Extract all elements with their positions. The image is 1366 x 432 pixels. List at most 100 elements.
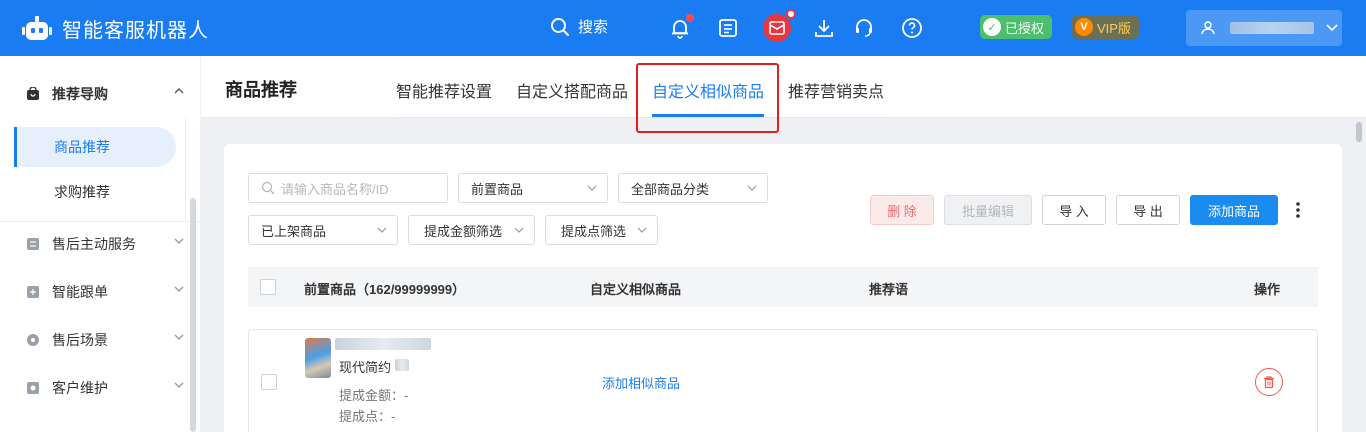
notification-dot [686,14,694,22]
search-button[interactable]: 搜索 [550,16,608,37]
batch-edit-button[interactable]: 批量编辑 [944,195,1032,225]
shield-check-icon: ✓ [983,18,1001,36]
help-icon[interactable] [898,14,926,42]
sidebar: 推荐导购 商品推荐 求购推荐 售后主动服务 智能跟单 售后场景 客户维护 [0,56,200,432]
sidebar-item-label: 商品推荐 [54,139,110,155]
sidebar-group-label: 推荐导购 [52,86,108,102]
chevron-down-icon [174,238,184,244]
search-input[interactable]: 请输入商品名称/ID [248,173,448,203]
user-menu[interactable] [1186,10,1342,46]
column-product: 前置商品（162/99999999） [304,282,466,297]
username-redacted [1230,22,1314,34]
list-icon [26,237,40,251]
gift-icon[interactable] [762,9,796,43]
commission-point-filter-label: 提成点筛选 [561,223,627,239]
page-scrollbar[interactable] [1356,122,1362,142]
table-row: 现代简约 提成金额：- 提成点：- 添加相似商品 [248,329,1318,432]
product-select-value: 前置商品 [471,181,524,197]
authorized-label: 已授权 [1005,20,1045,36]
chevron-down-icon [587,185,597,191]
sidebar-group-label: 售后场景 [52,332,108,348]
delete-row-button[interactable] [1255,368,1283,396]
chevron-down-icon [637,227,647,233]
headset-icon[interactable] [850,14,878,42]
status-select-value: 已上架商品 [261,223,327,239]
export-button[interactable]: 导 出 [1116,195,1180,225]
chevron-down-icon [1326,24,1338,32]
bell-icon[interactable] [666,14,694,42]
sidebar-item-label: 求购推荐 [54,184,110,200]
sidebar-group-after-sales-scenes[interactable]: 售后场景 [0,316,200,364]
import-button[interactable]: 导 入 [1042,195,1106,225]
download-icon[interactable] [810,14,838,42]
category-select[interactable]: 全部商品分类 [618,173,768,203]
product-name: 现代简约 [339,360,392,375]
vip-icon: V [1075,18,1093,36]
table-header: 前置商品（162/99999999） 自定义相似商品 推荐语 操作 [248,267,1318,307]
active-indicator [14,127,17,167]
sidebar-item-product-recommend[interactable]: 商品推荐 [14,127,176,167]
sidebar-group-customer-care[interactable]: 客户维护 [0,364,200,412]
tracking-icon [26,285,40,299]
delete-button[interactable]: 删 除 [870,195,934,225]
commission-amount-filter-label: 提成金额筛选 [424,223,503,239]
page-header: 商品推荐 智能推荐设置 自定义搭配商品 自定义相似商品 推荐营销卖点 [201,56,1366,118]
bag-icon [26,87,40,101]
column-slogan: 推荐语 [869,282,909,297]
column-operations: 操作 [1254,282,1281,297]
sidebar-item-purchase-recommend[interactable]: 求购推荐 [14,172,176,212]
product-name-redacted-tail [395,359,409,371]
product-name-redacted [335,338,431,350]
row-checkbox[interactable] [261,374,277,390]
tab-custom-matching-products[interactable]: 自定义搭配商品 [516,78,628,102]
vip-label: VIP版 [1097,20,1131,36]
authorized-badge: ✓ 已授权 [980,15,1053,39]
search-placeholder: 请输入商品名称/ID [281,181,389,197]
vip-badge: V VIP版 [1072,15,1139,39]
annotation-highlight-box [636,63,779,133]
sidebar-group-smart-followup[interactable]: 智能跟单 [0,268,200,316]
robot-logo-icon [22,15,52,43]
chevron-down-icon [174,334,184,340]
category-select-value: 全部商品分类 [631,181,710,197]
chevron-down-icon [174,382,184,388]
chevron-down-icon [377,227,387,233]
sidebar-scrollbar[interactable] [190,198,196,432]
search-icon [261,181,275,195]
brand: 智能客服机器人 [22,14,209,43]
sidebar-group-after-sales-service[interactable]: 售后主动服务 [0,220,200,268]
content-card: 请输入商品名称/ID 前置商品 全部商品分类 已上架商品 提成金额筛选 提成点筛… [224,144,1342,432]
page-title: 商品推荐 [225,80,297,100]
commission-amount: 提成金额：- [339,388,409,403]
select-all-checkbox[interactable] [260,279,276,295]
app-title: 智能客服机器人 [62,20,209,42]
commission-amount-filter[interactable]: 提成金额筛选 [408,215,535,245]
top-bar: 智能客服机器人 搜索 ✓ 已授权 V VIP版 [0,0,1366,56]
sidebar-group-label: 智能跟单 [52,284,108,300]
more-options-icon[interactable] [1294,201,1302,219]
tab-marketing-selling-points[interactable]: 推荐营销卖点 [788,78,884,102]
product-select[interactable]: 前置商品 [458,173,608,203]
add-similar-product-link[interactable]: 添加相似商品 [602,373,680,392]
search-label: 搜索 [578,19,609,36]
commission-point-filter[interactable]: 提成点筛选 [545,215,658,245]
chevron-down-icon [747,185,757,191]
coin-icon [26,333,40,347]
status-select[interactable]: 已上架商品 [248,215,398,245]
search-icon [551,17,569,36]
sidebar-group-label: 售后主动服务 [52,236,136,252]
sidebar-group-label: 客户维护 [52,380,108,396]
chevron-up-icon [174,88,184,94]
commission-point: 提成点：- [339,409,396,424]
column-similar-products: 自定义相似商品 [590,282,682,297]
gift-dot [786,9,796,19]
user-icon [1201,21,1215,35]
chevron-down-icon [174,286,184,292]
add-product-button[interactable]: 添加商品 [1190,195,1278,225]
chevron-down-icon [514,227,524,233]
sidebar-group-recommend-guide[interactable]: 推荐导购 [0,70,200,118]
note-icon[interactable] [714,14,742,42]
trash-icon [1264,376,1274,389]
tab-smart-recommend-settings[interactable]: 智能推荐设置 [396,78,492,102]
customer-icon [26,381,40,395]
